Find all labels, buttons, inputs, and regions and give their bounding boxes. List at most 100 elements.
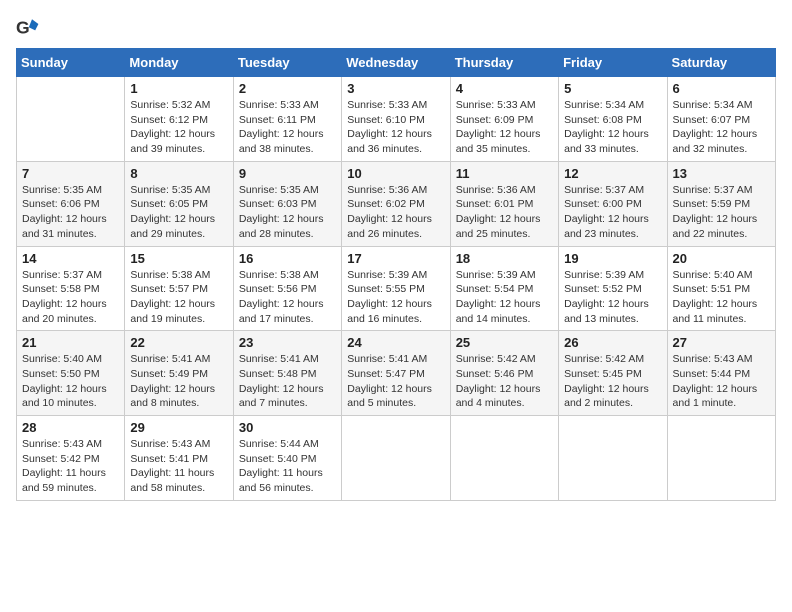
day-info: Sunrise: 5:38 AMSunset: 5:56 PMDaylight:… bbox=[239, 268, 336, 327]
day-info: Sunrise: 5:34 AMSunset: 6:08 PMDaylight:… bbox=[564, 98, 661, 157]
calendar-cell: 11 Sunrise: 5:36 AMSunset: 6:01 PMDayligh… bbox=[450, 161, 558, 246]
calendar-cell: 7Sunrise: 5:35 AMSunset: 6:06 PMDaylight… bbox=[17, 161, 125, 246]
day-info: Sunrise: 5:33 AMSunset: 6:09 PMDaylight:… bbox=[456, 98, 553, 157]
day-info: Sunrise: 5:37 AMSunset: 5:58 PMDaylight:… bbox=[22, 268, 119, 327]
calendar-cell bbox=[559, 416, 667, 501]
day-info: Sunrise: 5:41 AMSunset: 5:47 PMDaylight:… bbox=[347, 352, 444, 411]
day-info: Sunrise: 5:42 AMSunset: 5:46 PMDaylight:… bbox=[456, 352, 553, 411]
day-info: Sunrise: 5:39 AMSunset: 5:54 PMDaylight:… bbox=[456, 268, 553, 327]
calendar-cell: 6 Sunrise: 5:34 AMSunset: 6:07 PMDaylight… bbox=[667, 77, 775, 162]
day-info: Sunrise: 5:37 AMSunset: 6:00 PMDaylight:… bbox=[564, 183, 661, 242]
day-number: 19 bbox=[564, 251, 661, 266]
day-info: Sunrise: 5:40 AMSunset: 5:50 PMDaylight:… bbox=[22, 352, 119, 411]
calendar-cell: 18Sunrise: 5:39 AMSunset: 5:54 PMDayligh… bbox=[450, 246, 558, 331]
column-header-tuesday: Tuesday bbox=[233, 49, 341, 77]
day-number: 15 bbox=[130, 251, 227, 266]
day-number: 14 bbox=[22, 251, 119, 266]
calendar-cell: 3Sunrise: 5:33 AMSunset: 6:10 PMDaylight… bbox=[342, 77, 450, 162]
calendar-cell: 25 Sunrise: 5:42 AMSunset: 5:46 PMDayligh… bbox=[450, 331, 558, 416]
calendar-cell: 29 Sunrise: 5:43 AMSunset: 5:41 PMDayligh… bbox=[125, 416, 233, 501]
calendar-cell: 28Sunrise: 5:43 AMSunset: 5:42 PMDayligh… bbox=[17, 416, 125, 501]
column-header-sunday: Sunday bbox=[17, 49, 125, 77]
day-info: Sunrise: 5:38 AMSunset: 5:57 PMDaylight:… bbox=[130, 268, 227, 327]
calendar-cell: 21 Sunrise: 5:40 AMSunset: 5:50 PMDayligh… bbox=[17, 331, 125, 416]
calendar-cell: 13Sunrise: 5:37 AMSunset: 5:59 PMDayligh… bbox=[667, 161, 775, 246]
day-number: 11 bbox=[456, 166, 553, 181]
calendar-cell: 20 Sunrise: 5:40 AMSunset: 5:51 PMDayligh… bbox=[667, 246, 775, 331]
day-info: Sunrise: 5:43 AMSunset: 5:44 PMDaylight:… bbox=[673, 352, 770, 411]
day-number: 8 bbox=[130, 166, 227, 181]
day-number: 5 bbox=[564, 81, 661, 96]
calendar-cell: 14 Sunrise: 5:37 AMSunset: 5:58 PMDayligh… bbox=[17, 246, 125, 331]
logo-icon: G bbox=[16, 16, 40, 40]
day-number: 25 bbox=[456, 335, 553, 350]
calendar-week-2: 7Sunrise: 5:35 AMSunset: 6:06 PMDaylight… bbox=[17, 161, 776, 246]
calendar-cell bbox=[450, 416, 558, 501]
day-number: 4 bbox=[456, 81, 553, 96]
day-info: Sunrise: 5:35 AMSunset: 6:03 PMDaylight:… bbox=[239, 183, 336, 242]
day-number: 22 bbox=[130, 335, 227, 350]
day-number: 2 bbox=[239, 81, 336, 96]
day-number: 23 bbox=[239, 335, 336, 350]
day-number: 20 bbox=[673, 251, 770, 266]
calendar-week-5: 28Sunrise: 5:43 AMSunset: 5:42 PMDayligh… bbox=[17, 416, 776, 501]
day-info: Sunrise: 5:33 AMSunset: 6:11 PMDaylight:… bbox=[239, 98, 336, 157]
calendar-cell: 26 Sunrise: 5:42 AMSunset: 5:45 PMDayligh… bbox=[559, 331, 667, 416]
day-info: Sunrise: 5:35 AMSunset: 6:05 PMDaylight:… bbox=[130, 183, 227, 242]
calendar-cell: 2 Sunrise: 5:33 AMSunset: 6:11 PMDaylight… bbox=[233, 77, 341, 162]
day-number: 6 bbox=[673, 81, 770, 96]
column-header-wednesday: Wednesday bbox=[342, 49, 450, 77]
day-info: Sunrise: 5:33 AMSunset: 6:10 PMDaylight:… bbox=[347, 98, 444, 157]
day-number: 12 bbox=[564, 166, 661, 181]
day-number: 29 bbox=[130, 420, 227, 435]
calendar-cell: 23 Sunrise: 5:41 AMSunset: 5:48 PMDayligh… bbox=[233, 331, 341, 416]
column-header-friday: Friday bbox=[559, 49, 667, 77]
day-info: Sunrise: 5:44 AMSunset: 5:40 PMDaylight:… bbox=[239, 437, 336, 496]
calendar-cell bbox=[17, 77, 125, 162]
calendar-cell: 17 Sunrise: 5:39 AMSunset: 5:55 PMDayligh… bbox=[342, 246, 450, 331]
day-info: Sunrise: 5:32 AMSunset: 6:12 PMDaylight:… bbox=[130, 98, 227, 157]
calendar-cell: 22 Sunrise: 5:41 AMSunset: 5:49 PMDayligh… bbox=[125, 331, 233, 416]
calendar-week-3: 14 Sunrise: 5:37 AMSunset: 5:58 PMDayligh… bbox=[17, 246, 776, 331]
calendar-cell: 10Sunrise: 5:36 AMSunset: 6:02 PMDayligh… bbox=[342, 161, 450, 246]
day-info: Sunrise: 5:36 AMSunset: 6:01 PMDaylight:… bbox=[456, 183, 553, 242]
calendar-cell bbox=[342, 416, 450, 501]
column-header-saturday: Saturday bbox=[667, 49, 775, 77]
calendar-cell: 9Sunrise: 5:35 AMSunset: 6:03 PMDaylight… bbox=[233, 161, 341, 246]
day-number: 26 bbox=[564, 335, 661, 350]
calendar-week-4: 21 Sunrise: 5:40 AMSunset: 5:50 PMDayligh… bbox=[17, 331, 776, 416]
day-info: Sunrise: 5:41 AMSunset: 5:48 PMDaylight:… bbox=[239, 352, 336, 411]
column-header-monday: Monday bbox=[125, 49, 233, 77]
calendar-cell: 19 Sunrise: 5:39 AMSunset: 5:52 PMDayligh… bbox=[559, 246, 667, 331]
day-info: Sunrise: 5:40 AMSunset: 5:51 PMDaylight:… bbox=[673, 268, 770, 327]
calendar-cell: 4 Sunrise: 5:33 AMSunset: 6:09 PMDaylight… bbox=[450, 77, 558, 162]
day-info: Sunrise: 5:35 AMSunset: 6:06 PMDaylight:… bbox=[22, 183, 119, 242]
day-number: 27 bbox=[673, 335, 770, 350]
calendar-header-row: SundayMondayTuesdayWednesdayThursdayFrid… bbox=[17, 49, 776, 77]
column-header-thursday: Thursday bbox=[450, 49, 558, 77]
day-info: Sunrise: 5:34 AMSunset: 6:07 PMDaylight:… bbox=[673, 98, 770, 157]
calendar-cell: 8 Sunrise: 5:35 AMSunset: 6:05 PMDaylight… bbox=[125, 161, 233, 246]
day-number: 1 bbox=[130, 81, 227, 96]
day-info: Sunrise: 5:41 AMSunset: 5:49 PMDaylight:… bbox=[130, 352, 227, 411]
day-number: 10 bbox=[347, 166, 444, 181]
calendar-cell: 12 Sunrise: 5:37 AMSunset: 6:00 PMDayligh… bbox=[559, 161, 667, 246]
calendar-cell: 27 Sunrise: 5:43 AMSunset: 5:44 PMDayligh… bbox=[667, 331, 775, 416]
calendar-cell bbox=[667, 416, 775, 501]
calendar-cell: 30Sunrise: 5:44 AMSunset: 5:40 PMDayligh… bbox=[233, 416, 341, 501]
day-info: Sunrise: 5:39 AMSunset: 5:52 PMDaylight:… bbox=[564, 268, 661, 327]
day-info: Sunrise: 5:37 AMSunset: 5:59 PMDaylight:… bbox=[673, 183, 770, 242]
calendar-cell: 5 Sunrise: 5:34 AMSunset: 6:08 PMDaylight… bbox=[559, 77, 667, 162]
day-number: 24 bbox=[347, 335, 444, 350]
day-info: Sunrise: 5:43 AMSunset: 5:41 PMDaylight:… bbox=[130, 437, 227, 496]
day-number: 21 bbox=[22, 335, 119, 350]
day-info: Sunrise: 5:42 AMSunset: 5:45 PMDaylight:… bbox=[564, 352, 661, 411]
day-number: 28 bbox=[22, 420, 119, 435]
calendar-cell: 24 Sunrise: 5:41 AMSunset: 5:47 PMDayligh… bbox=[342, 331, 450, 416]
day-info: Sunrise: 5:39 AMSunset: 5:55 PMDaylight:… bbox=[347, 268, 444, 327]
calendar-table: SundayMondayTuesdayWednesdayThursdayFrid… bbox=[16, 48, 776, 501]
page-header: G bbox=[16, 16, 776, 40]
day-number: 17 bbox=[347, 251, 444, 266]
logo: G bbox=[16, 16, 42, 40]
calendar-cell: 1 Sunrise: 5:32 AMSunset: 6:12 PMDaylight… bbox=[125, 77, 233, 162]
